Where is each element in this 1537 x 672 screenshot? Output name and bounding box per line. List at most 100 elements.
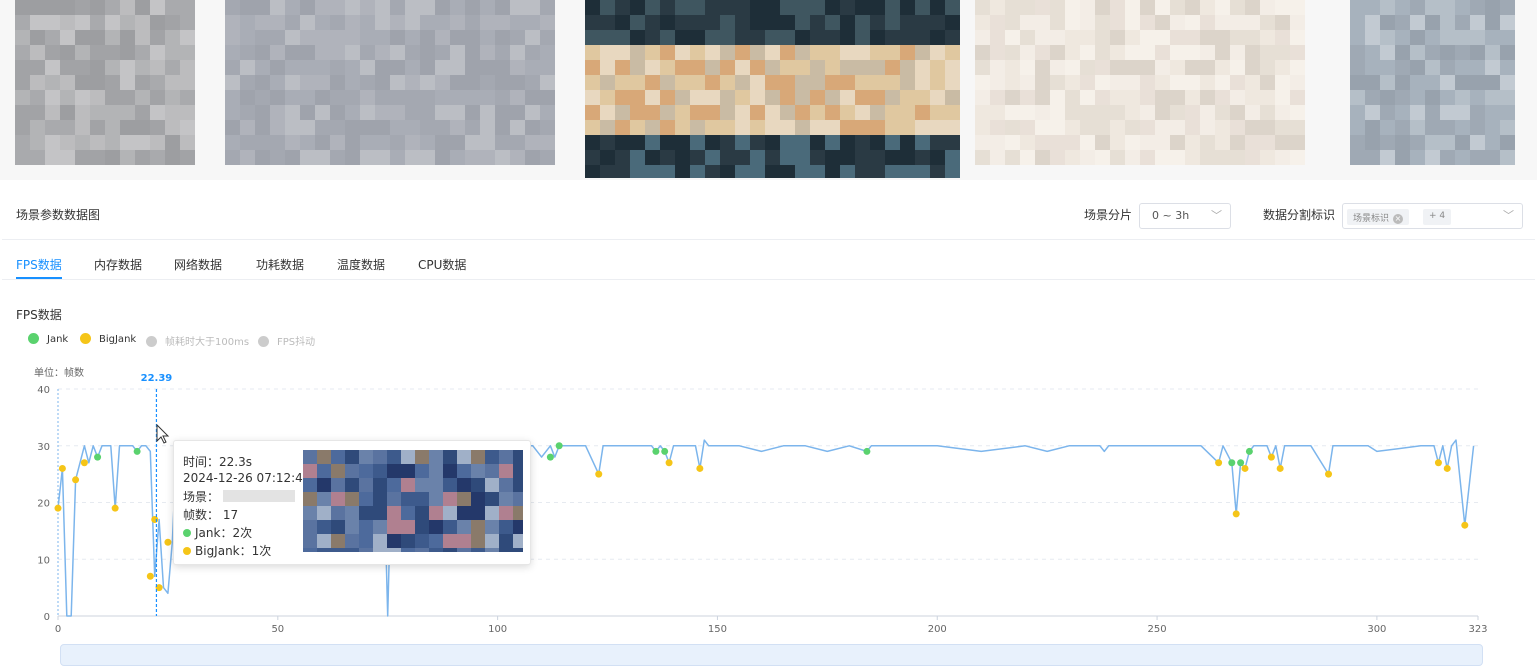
tab-memory[interactable]: 内存数据 (94, 256, 142, 273)
thumbnail-pixel (1380, 30, 1395, 45)
tooltip-image-pixel (401, 520, 415, 534)
thumbnail-pixel (765, 60, 780, 75)
tooltip-image-pixel (485, 492, 499, 506)
thumbnail-pixel (630, 105, 645, 120)
thumbnail-pixel (780, 120, 795, 135)
thumbnail-pixel (915, 75, 930, 90)
tooltip-image-pixel (331, 492, 345, 506)
scene-thumbnail[interactable] (1350, 0, 1515, 165)
thumbnail-pixel (1275, 120, 1290, 135)
thumbnail-pixel (1440, 60, 1455, 75)
tab-fps[interactable]: FPS数据 (16, 256, 62, 273)
thumbnail-pixel (1095, 60, 1110, 75)
thumbnail-pixel (270, 45, 285, 60)
thumbnail-pixel (930, 90, 945, 105)
tooltip-image-pixel (429, 506, 443, 520)
thumbnail-pixel (450, 30, 465, 45)
scene-thumbnail[interactable] (225, 0, 555, 165)
thumbnail-pixel (45, 105, 60, 120)
thumbnail-pixel (1455, 30, 1470, 45)
thumbnail-pixel (420, 60, 435, 75)
thumbnail-pixel (255, 30, 270, 45)
thumbnail-pixel (360, 90, 375, 105)
thumbnail-pixel (1215, 60, 1230, 75)
thumbnail-pixel (855, 30, 870, 45)
thumbnail-pixel (915, 165, 930, 178)
thumbnail-pixel (765, 45, 780, 60)
thumbnail-pixel (225, 135, 240, 150)
tooltip-image-pixel (373, 520, 387, 534)
thumbnail-pixel (120, 90, 135, 105)
thumbnail-pixel (240, 30, 255, 45)
thumbnail-pixel (900, 150, 915, 165)
scene-split-select[interactable]: 0 ~ 3h ﹀ (1139, 203, 1231, 229)
tab-network[interactable]: 网络数据 (174, 256, 222, 273)
thumbnail-pixel (1245, 30, 1260, 45)
legend-item-frametime[interactable]: 帧耗时大于100ms (146, 333, 249, 348)
scene-thumbnail[interactable] (585, 0, 960, 178)
thumbnail-pixel (375, 90, 390, 105)
tab-power[interactable]: 功耗数据 (256, 256, 304, 273)
thumbnail-pixel (420, 105, 435, 120)
thumbnail-pixel (630, 15, 645, 30)
close-icon[interactable]: × (1393, 214, 1404, 224)
data-zoom-slider[interactable] (60, 644, 1483, 666)
thumbnail-pixel (1185, 135, 1200, 150)
scene-thumbnail[interactable] (15, 0, 195, 165)
thumbnail-pixel (1470, 45, 1485, 60)
thumbnail-pixel (435, 0, 450, 15)
thumbnail-pixel (60, 75, 75, 90)
thumbnail-pixel (585, 120, 600, 135)
thumbnail-pixel (1245, 45, 1260, 60)
thumbnail-pixel (1290, 75, 1305, 90)
thumbnail-pixel (1125, 90, 1140, 105)
thumbnail-pixel (1260, 30, 1275, 45)
tooltip-image-pixel (443, 450, 457, 464)
legend-item-jank[interactable]: Jank (28, 333, 68, 345)
thumbnail-pixel (1080, 45, 1095, 60)
thumbnail-pixel (360, 45, 375, 60)
thumbnail-pixel (105, 120, 120, 135)
thumbnail-pixel (1035, 30, 1050, 45)
thumbnail-pixel (1020, 90, 1035, 105)
thumbnail-pixel (1425, 105, 1440, 120)
thumbnail-pixel (1395, 135, 1410, 150)
thumbnail-pixel (975, 60, 990, 75)
thumbnail-pixel (1035, 105, 1050, 120)
tooltip-image-pixel (499, 492, 513, 506)
thumbnail-pixel (1065, 60, 1080, 75)
thumbnail-pixel (60, 135, 75, 150)
legend-item-bigjank[interactable]: BigJank (80, 333, 136, 345)
thumbnail-pixel (900, 0, 915, 15)
thumbnail-pixel (120, 30, 135, 45)
thumbnail-pixel (1410, 120, 1425, 135)
thumbnail-pixel (1455, 75, 1470, 90)
x-tick-label: 0 (55, 624, 61, 635)
tooltip-image-pixel (457, 492, 471, 506)
thumbnail-pixel (105, 135, 120, 150)
scene-thumbnail[interactable] (975, 0, 1305, 165)
tab-temperature[interactable]: 温度数据 (337, 256, 385, 273)
thumbnail-pixel (150, 120, 165, 135)
thumbnail-pixel (915, 60, 930, 75)
thumbnail-pixel (1050, 0, 1065, 15)
thumbnail-pixel (825, 105, 840, 120)
thumbnail-pixel (270, 90, 285, 105)
thumbnail-pixel (930, 30, 945, 45)
legend-item-fps-jitter[interactable]: FPS抖动 (258, 333, 315, 348)
thumbnail-pixel (1365, 15, 1380, 30)
thumbnail-pixel (420, 15, 435, 30)
x-tick-label: 300 (1367, 624, 1386, 635)
thumbnail-pixel (615, 45, 630, 60)
thumbnail-pixel (840, 60, 855, 75)
thumbnail-pixel (810, 60, 825, 75)
thumbnail-pixel (705, 105, 720, 120)
tooltip-image-pixel (317, 492, 331, 506)
thumbnail-pixel (225, 120, 240, 135)
tooltip-screenshot (303, 450, 523, 552)
tab-cpu[interactable]: CPU数据 (418, 256, 466, 273)
split-marker-select[interactable]: 场景标识 × + 4 ﹀ (1342, 203, 1523, 229)
thumbnail-pixel (870, 135, 885, 150)
legend-frametime-dot (146, 336, 157, 347)
thumbnail-pixel (585, 15, 600, 30)
